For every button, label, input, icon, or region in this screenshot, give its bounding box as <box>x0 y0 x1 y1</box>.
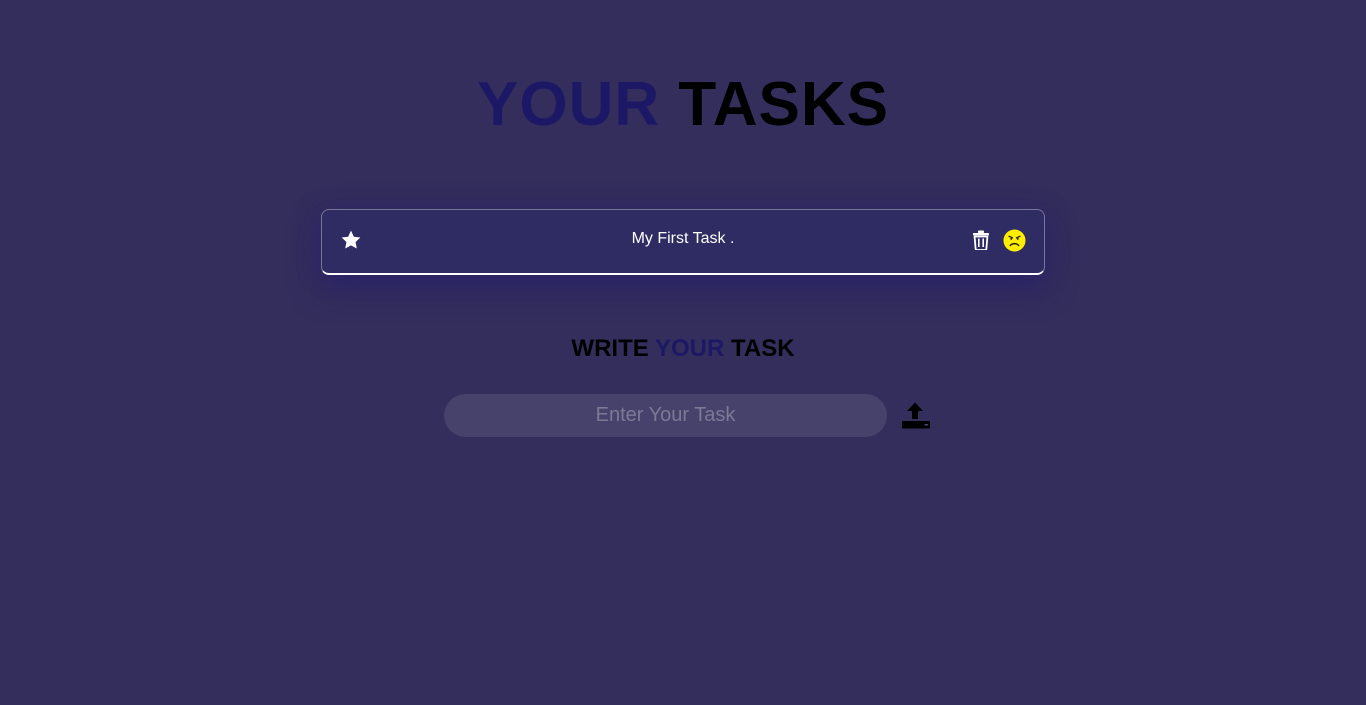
task-app: YOUR TASKS My First Task . WRITE YOUR TA… <box>0 0 1366 705</box>
frown-face-icon[interactable] <box>1003 229 1026 252</box>
upload-icon[interactable] <box>900 402 932 430</box>
compose-heading-word-task: TASK <box>731 335 795 362</box>
compose-heading-word-write: WRITE <box>571 335 649 362</box>
compose-heading-word-your: YOUR <box>654 335 725 362</box>
page-title-word-your: YOUR <box>477 70 661 139</box>
task-text: My First Task . <box>631 230 735 247</box>
page-title-word-tasks: TASKS <box>678 70 889 139</box>
page-title: YOUR TASKS <box>0 70 1366 140</box>
task-item[interactable]: My First Task . <box>321 209 1045 275</box>
trash-icon[interactable] <box>972 230 990 251</box>
task-input[interactable] <box>444 394 887 437</box>
compose-heading: WRITE YOUR TASK <box>0 334 1366 364</box>
